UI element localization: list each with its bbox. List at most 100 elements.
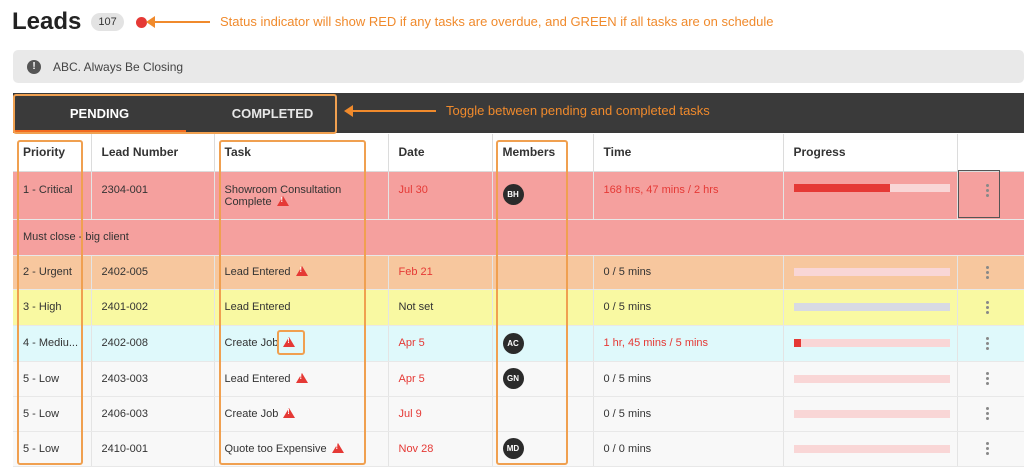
col-time[interactable]: Time <box>593 134 784 172</box>
table-row[interactable]: 5 - Low 2403-003 Lead Entered Apr 5 GN 0… <box>13 361 1024 397</box>
progress-bar <box>793 268 950 276</box>
actions-cell <box>957 171 1024 220</box>
task-cell: Lead Entered <box>214 361 389 397</box>
task-cell: Quote too Expensive <box>214 431 389 467</box>
task-cell: Showroom Consultation Complete <box>214 171 389 220</box>
task-text: Quote too Expensive <box>224 442 327 455</box>
task-cell: Lead Entered <box>214 289 389 326</box>
progress-bar <box>793 444 950 453</box>
warning-icon <box>295 372 308 383</box>
table-header-row: Priority Lead Number Task Date Members T… <box>13 134 1024 172</box>
avatar[interactable]: MD <box>502 438 524 459</box>
col-lead-number[interactable]: Lead Number <box>91 134 215 172</box>
time-cell: 0 / 5 mins <box>593 289 784 326</box>
date-cell: Apr 5 <box>388 325 493 362</box>
progress-bar <box>793 339 950 347</box>
actions-cell <box>957 361 1024 397</box>
lead-number-cell: 2410-001 <box>91 431 215 467</box>
warning-icon <box>331 442 344 453</box>
date-cell: Apr 5 <box>388 361 493 397</box>
time-cell: 0 / 5 mins <box>593 361 784 397</box>
warning-icon <box>283 337 296 347</box>
table-row[interactable]: 5 - Low 2406-003 Create Job Jul 9 0 / 5 … <box>13 396 1024 432</box>
time-cell: 0 / 0 mins <box>593 431 784 467</box>
info-icon: ! <box>27 59 41 74</box>
time-cell: 0 / 5 mins <box>593 396 784 432</box>
leads-count-badge: 107 <box>91 13 124 31</box>
status-annotation-text: Status indicator will show RED if any ta… <box>220 14 774 29</box>
annotation-arrow-icon <box>146 15 210 28</box>
toggle-annotation: Toggle between pending and completed tas… <box>344 103 710 118</box>
page-header: Leads 107 <box>12 8 147 36</box>
banner-text: ABC. Always Be Closing <box>53 59 184 74</box>
date-cell: Not set <box>388 289 493 326</box>
date-cell: Jul 9 <box>388 396 493 432</box>
avatar[interactable]: BH <box>502 183 524 205</box>
date-cell: Feb 21 <box>388 255 493 290</box>
more-options-icon[interactable] <box>968 265 1008 279</box>
table-row[interactable]: 1 - Critical 2304-001 Showroom Consultat… <box>13 171 1024 220</box>
status-annotation: Status indicator will show RED if any ta… <box>146 14 774 29</box>
more-options-icon[interactable] <box>968 300 1008 314</box>
avatar[interactable]: GN <box>502 368 524 389</box>
toggle-annotation-text: Toggle between pending and completed tas… <box>446 103 710 118</box>
progress-cell <box>783 289 958 326</box>
table-row-note: Must close - big client <box>13 219 1024 256</box>
time-cell: 0 / 5 mins <box>593 255 784 290</box>
lead-number-cell: 2401-002 <box>91 289 215 326</box>
col-date[interactable]: Date <box>388 134 493 172</box>
progress-bar <box>793 409 950 418</box>
tab-completed[interactable]: COMPLETED <box>186 93 359 133</box>
more-options-icon[interactable] <box>968 183 1008 197</box>
actions-cell <box>957 325 1024 362</box>
motto-banner: ! ABC. Always Be Closing <box>13 50 1024 83</box>
date-cell: Jul 30 <box>388 171 493 220</box>
priority-cell: 4 - Mediu... <box>13 325 92 362</box>
time-cell: 168 hrs, 47 mins / 2 hrs <box>593 171 784 220</box>
priority-cell: 3 - High <box>13 289 92 326</box>
priority-cell: 5 - Low <box>13 431 92 467</box>
leads-table: Priority Lead Number Task Date Members T… <box>13 134 1024 467</box>
task-cell: Create Job <box>214 325 389 362</box>
col-task[interactable]: Task <box>214 134 389 172</box>
members-cell: BH <box>492 171 594 220</box>
task-text: Create Job <box>224 407 279 420</box>
priority-cell: 2 - Urgent <box>13 255 92 290</box>
col-priority[interactable]: Priority <box>13 134 92 172</box>
members-cell: AC <box>492 325 594 362</box>
progress-cell <box>783 255 958 290</box>
progress-cell <box>783 325 958 362</box>
more-options-icon[interactable] <box>968 372 1008 385</box>
members-cell: GN <box>492 361 594 397</box>
col-members[interactable]: Members <box>492 134 594 172</box>
priority-cell: 5 - Low <box>13 361 92 397</box>
table-row[interactable]: 3 - High 2401-002 Lead Entered Not set 0… <box>13 289 1024 326</box>
page-title: Leads <box>12 8 82 35</box>
progress-cell <box>783 361 958 397</box>
lead-number-cell: 2304-001 <box>91 171 215 220</box>
table-row[interactable]: 4 - Mediu... 2402-008 Create Job Apr 5 A… <box>13 325 1024 362</box>
annotation-arrow-icon <box>344 104 436 117</box>
col-actions <box>957 134 1024 172</box>
progress-bar <box>793 374 950 383</box>
more-options-icon[interactable] <box>968 442 1008 455</box>
more-options-icon[interactable] <box>968 336 1008 350</box>
lead-number-cell: 2403-003 <box>91 361 215 397</box>
warning-icon <box>276 195 289 206</box>
table-row[interactable]: 5 - Low 2410-001 Quote too Expensive Nov… <box>13 431 1024 467</box>
tab-pending[interactable]: PENDING <box>13 93 186 133</box>
time-cell: 1 hr, 45 mins / 5 mins <box>593 325 784 362</box>
progress-fill <box>793 183 891 192</box>
actions-cell <box>957 396 1024 432</box>
actions-cell <box>957 289 1024 326</box>
table-row[interactable]: 2 - Urgent 2402-005 Lead Entered Feb 21 … <box>13 255 1024 290</box>
date-cell: Nov 28 <box>388 431 493 467</box>
priority-cell: 1 - Critical <box>13 171 92 220</box>
avatar[interactable]: AC <box>502 332 524 354</box>
priority-cell: 5 - Low <box>13 396 92 432</box>
lead-number-cell: 2406-003 <box>91 396 215 432</box>
task-cell: Lead Entered <box>214 255 389 290</box>
actions-cell <box>957 431 1024 467</box>
more-options-icon[interactable] <box>968 407 1008 420</box>
col-progress[interactable]: Progress <box>783 134 958 172</box>
